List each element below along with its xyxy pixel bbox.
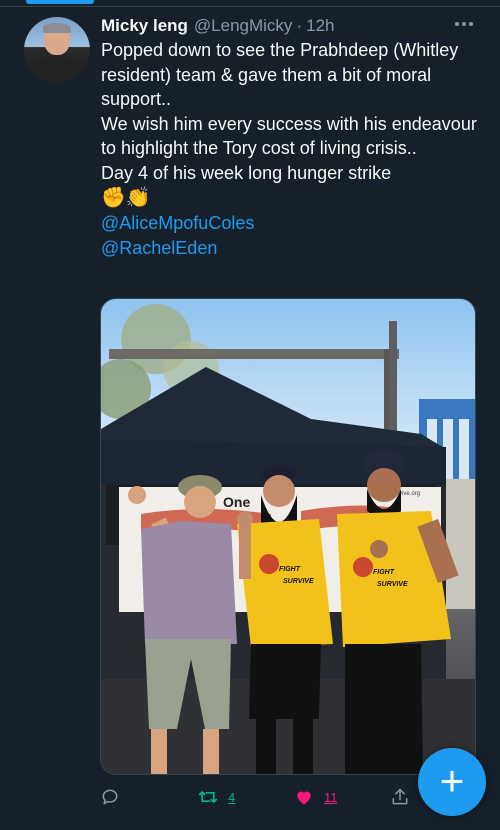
tweet-time[interactable]: 12h (306, 16, 334, 36)
reply-button[interactable] (100, 783, 120, 811)
tweet-line: Day 4 of his week long hunger strike (101, 162, 392, 183)
timeline-tab-indicator (26, 0, 94, 4)
retweet-button[interactable]: 4 (198, 783, 235, 811)
divider (0, 6, 500, 7)
more-icon[interactable] (452, 14, 476, 34)
mention-link[interactable]: @RachelEden (101, 236, 486, 261)
svg-text:SURVIVE: SURVIVE (283, 578, 314, 585)
heart-icon (297, 791, 311, 805)
share-button[interactable] (390, 783, 410, 811)
compose-tweet-button[interactable]: + (418, 748, 486, 816)
tweet-text: Popped down to see the Prabhdeep (Whitle… (101, 38, 486, 260)
svg-text:FIGHT: FIGHT (373, 569, 395, 576)
avatar-hair (43, 23, 71, 33)
author-name[interactable]: Micky leng (101, 16, 188, 36)
emoji-line: ✊👏 (101, 187, 151, 209)
mention-link[interactable]: @AliceMpofuColes (101, 211, 486, 236)
retweet-count[interactable]: 4 (228, 790, 235, 805)
like-button[interactable]: 11 (294, 783, 338, 811)
like-count[interactable]: 11 (324, 790, 338, 805)
retweet-icon (198, 791, 218, 803)
svg-text:FIGHT: FIGHT (279, 566, 301, 573)
tweet-header: Micky leng @LengMicky · 12h (101, 14, 480, 38)
tweet-photo[interactable]: One vive.org FIGHT SURVIVE FIGHT SURVIVE (100, 298, 476, 775)
reply-icon (102, 789, 118, 805)
share-icon (392, 788, 408, 805)
frame-beam (109, 349, 399, 359)
separator: · (296, 16, 303, 35)
svg-text:SURVIVE: SURVIVE (377, 581, 408, 588)
svg-text:vive.org: vive.org (399, 491, 420, 497)
avatar[interactable] (24, 17, 90, 83)
svg-text:One: One (223, 494, 250, 510)
avatar-body (30, 57, 84, 83)
tweet-line: We wish him every success with his endea… (101, 113, 477, 159)
author-handle[interactable]: @LengMicky (194, 16, 293, 36)
tweet-line: Popped down to see the Prabhdeep (Whitle… (101, 40, 459, 109)
plus-icon: + (439, 756, 465, 804)
tweet-actions: 4 11 (100, 783, 420, 811)
